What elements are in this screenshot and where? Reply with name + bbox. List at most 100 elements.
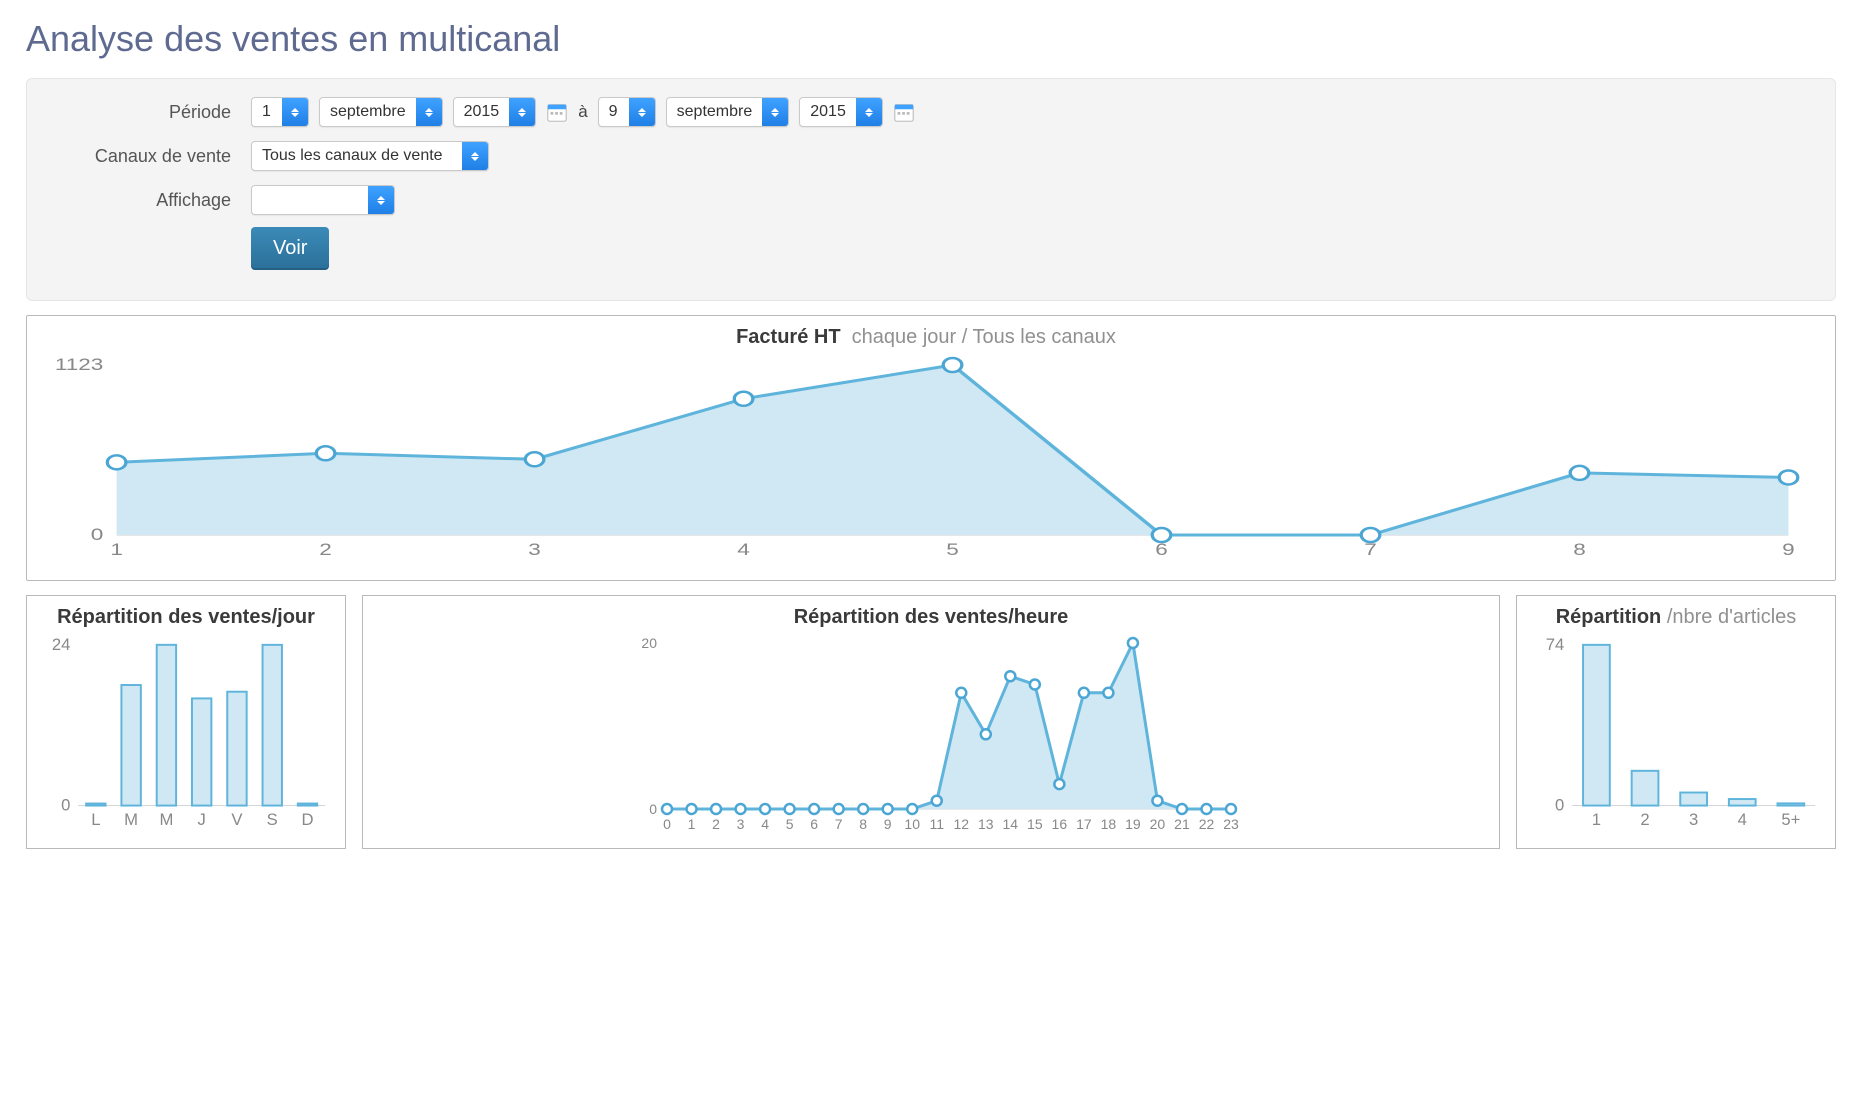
- svg-text:3: 3: [737, 816, 745, 832]
- display-select[interactable]: [251, 185, 395, 215]
- svg-text:0: 0: [663, 816, 671, 832]
- to-day-select[interactable]: 9: [598, 97, 656, 127]
- per-hour-title: Répartition des ventes/heure: [375, 606, 1487, 629]
- main-chart: 0 1123 1 2 3 4 5 6 7 8 9: [37, 355, 1815, 565]
- svg-text:9: 9: [884, 816, 892, 832]
- from-month-value: septembre: [320, 98, 416, 126]
- svg-text:0: 0: [91, 526, 104, 545]
- from-year-select[interactable]: 2015: [453, 97, 537, 127]
- main-chart-card: Facturé HT chaque jour / Tous les canaux…: [26, 315, 1836, 581]
- to-year-value: 2015: [800, 98, 856, 126]
- svg-text:2: 2: [319, 541, 332, 560]
- svg-text:D: D: [302, 810, 314, 829]
- svg-text:6: 6: [1155, 541, 1168, 560]
- svg-text:14: 14: [1003, 816, 1019, 832]
- channel-select[interactable]: Tous les canaux de vente: [251, 141, 489, 171]
- svg-text:0: 0: [649, 801, 657, 817]
- channel-label: Canaux de vente: [49, 146, 251, 167]
- svg-text:10: 10: [904, 816, 920, 832]
- svg-text:1: 1: [1592, 810, 1601, 829]
- per-day-title: Répartition des ventes/jour: [39, 606, 333, 629]
- calendar-icon[interactable]: [546, 101, 568, 123]
- svg-text:M: M: [159, 810, 173, 829]
- svg-text:21: 21: [1174, 816, 1190, 832]
- svg-text:2: 2: [1640, 810, 1649, 829]
- svg-text:1: 1: [688, 816, 696, 832]
- calendar-icon[interactable]: [893, 101, 915, 123]
- per-hour-chart: 0200123456789101112131415161718192021222…: [375, 635, 1487, 835]
- channel-value: Tous les canaux de vente: [252, 142, 462, 170]
- svg-text:8: 8: [859, 816, 867, 832]
- chevron-updown-icon: [282, 98, 308, 126]
- to-month-select[interactable]: septembre: [666, 97, 790, 127]
- per-hour-card: Répartition des ventes/heure 02001234567…: [362, 595, 1500, 849]
- svg-text:8: 8: [1573, 541, 1586, 560]
- svg-text:22: 22: [1199, 816, 1215, 832]
- svg-text:23: 23: [1223, 816, 1239, 832]
- view-button[interactable]: Voir: [251, 227, 329, 270]
- svg-text:24: 24: [52, 635, 71, 654]
- svg-text:4: 4: [761, 816, 769, 832]
- svg-text:3: 3: [528, 541, 541, 560]
- per-day-chart: 0 24 L M M J V S D: [39, 635, 333, 835]
- page-title: Analyse des ventes en multicanal: [26, 18, 1836, 60]
- svg-text:1: 1: [110, 541, 123, 560]
- svg-text:5+: 5+: [1781, 810, 1800, 829]
- svg-text:17: 17: [1076, 816, 1092, 832]
- svg-text:18: 18: [1101, 816, 1117, 832]
- svg-text:20: 20: [641, 635, 657, 651]
- main-chart-title-bold: Facturé HT: [736, 326, 840, 348]
- main-chart-title: Facturé HT chaque jour / Tous les canaux: [37, 326, 1815, 349]
- svg-text:74: 74: [1546, 635, 1565, 654]
- from-month-select[interactable]: septembre: [319, 97, 443, 127]
- svg-text:L: L: [91, 810, 100, 829]
- svg-text:11: 11: [929, 816, 944, 832]
- chevron-updown-icon: [416, 98, 442, 126]
- chevron-updown-icon: [368, 186, 394, 214]
- svg-text:15: 15: [1027, 816, 1043, 832]
- from-day-value: 1: [252, 98, 282, 126]
- svg-text:4: 4: [1738, 810, 1747, 829]
- period-label: Période: [49, 102, 251, 123]
- svg-text:20: 20: [1150, 816, 1166, 832]
- svg-text:16: 16: [1052, 816, 1068, 832]
- svg-text:12: 12: [953, 816, 969, 832]
- svg-text:J: J: [198, 810, 206, 829]
- svg-text:3: 3: [1689, 810, 1698, 829]
- svg-text:5: 5: [946, 541, 959, 560]
- display-value: [252, 186, 368, 214]
- svg-text:1123: 1123: [55, 356, 104, 375]
- filter-panel: Période 1 septembre 2015 à 9 septembre 2…: [26, 78, 1836, 301]
- svg-text:V: V: [231, 810, 243, 829]
- per-articles-title: Répartition /nbre d'articles: [1529, 606, 1823, 629]
- to-month-value: septembre: [667, 98, 763, 126]
- chevron-updown-icon: [629, 98, 655, 126]
- svg-text:2: 2: [712, 816, 720, 832]
- chevron-updown-icon: [462, 142, 488, 170]
- chevron-updown-icon: [509, 98, 535, 126]
- svg-text:19: 19: [1125, 816, 1141, 832]
- svg-text:0: 0: [61, 795, 70, 814]
- svg-text:5: 5: [786, 816, 794, 832]
- svg-text:9: 9: [1782, 541, 1795, 560]
- svg-text:7: 7: [1364, 541, 1377, 560]
- to-day-value: 9: [599, 98, 629, 126]
- period-separator: à: [578, 102, 587, 122]
- svg-text:4: 4: [737, 541, 750, 560]
- chevron-updown-icon: [762, 98, 788, 126]
- per-day-card: Répartition des ventes/jour 0 24 L M M J V S D: [26, 595, 346, 849]
- to-year-select[interactable]: 2015: [799, 97, 883, 127]
- svg-text:13: 13: [978, 816, 994, 832]
- svg-text:7: 7: [835, 816, 843, 832]
- display-label: Affichage: [49, 190, 251, 211]
- svg-text:S: S: [267, 810, 278, 829]
- svg-text:6: 6: [810, 816, 818, 832]
- per-articles-chart: 0 74 1 2 3 4 5+: [1529, 635, 1823, 835]
- from-year-value: 2015: [454, 98, 510, 126]
- per-articles-card: Répartition /nbre d'articles 0 74 1 2 3 4 5+: [1516, 595, 1836, 849]
- from-day-select[interactable]: 1: [251, 97, 309, 127]
- svg-text:M: M: [124, 810, 138, 829]
- svg-text:0: 0: [1555, 795, 1564, 814]
- main-chart-title-muted: chaque jour / Tous les canaux: [852, 326, 1116, 348]
- chevron-updown-icon: [856, 98, 882, 126]
